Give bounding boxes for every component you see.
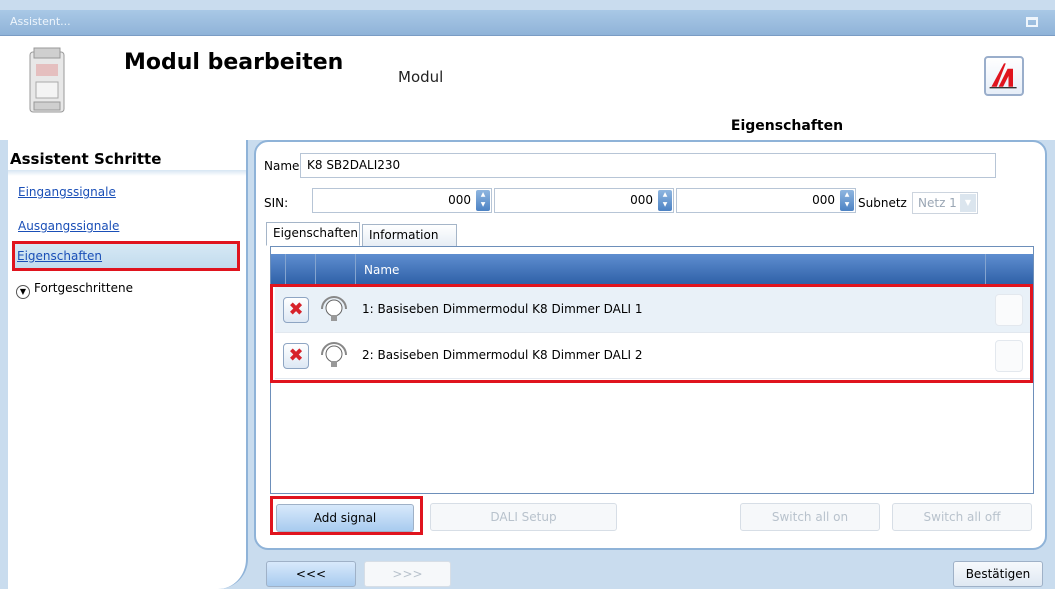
brand-logo-icon[interactable] bbox=[984, 56, 1024, 96]
grid-header-name: Name bbox=[364, 263, 400, 277]
grid-column-divider bbox=[355, 254, 356, 284]
sin-label: SIN: bbox=[264, 196, 289, 210]
spinner-icon[interactable]: ▲ ▼ bbox=[840, 190, 854, 211]
sin-field-1[interactable]: 000 ▲ ▼ bbox=[312, 188, 492, 213]
page-title: Modul bearbeiten bbox=[124, 50, 344, 75]
add-signal-highlight bbox=[270, 496, 423, 535]
section-tab-properties: Eigenschaften bbox=[608, 110, 966, 140]
sidebar-item-advanced-label: Fortgeschrittene bbox=[34, 281, 133, 295]
grid-column-divider bbox=[285, 254, 286, 284]
subnet-select-value: Netz 1 bbox=[918, 196, 957, 210]
sin-field-2[interactable]: 000 ▲ ▼ bbox=[494, 188, 674, 213]
name-input[interactable]: K8 SB2DALI230 bbox=[300, 153, 996, 178]
page-subtitle: Modul bbox=[398, 68, 444, 86]
sin-field-3-value: 000 bbox=[812, 193, 835, 207]
grid-column-divider bbox=[315, 254, 316, 284]
rows-highlight bbox=[270, 284, 1033, 383]
grid-header: Name bbox=[271, 254, 1033, 284]
window-titlebar: Assistent... bbox=[0, 10, 1055, 36]
sin-field-1-value: 000 bbox=[448, 193, 471, 207]
switch-all-on-button[interactable]: Switch all on bbox=[740, 503, 880, 531]
dali-setup-button[interactable]: DALI Setup bbox=[430, 503, 617, 531]
name-label: Name bbox=[264, 159, 300, 173]
confirm-button[interactable]: Bestätigen bbox=[953, 561, 1043, 587]
sin-field-2-value: 000 bbox=[630, 193, 653, 207]
sidebar-item-input-signals[interactable]: Eingangssignale bbox=[18, 185, 116, 199]
window-title: Assistent... bbox=[10, 15, 71, 28]
forward-button[interactable]: >>> bbox=[364, 561, 451, 587]
chevron-down-icon: ▼ bbox=[16, 285, 30, 299]
sidebar-item-output-signals[interactable]: Ausgangssignale bbox=[18, 219, 119, 233]
switch-all-off-button[interactable]: Switch all off bbox=[892, 503, 1032, 531]
chevron-down-icon: ▼ bbox=[960, 194, 976, 212]
device-module-icon bbox=[29, 47, 65, 113]
sidebar-item-advanced[interactable]: ▼ Fortgeschrittene bbox=[16, 281, 133, 299]
tab-properties[interactable]: Eigenschaften bbox=[266, 222, 360, 246]
maximize-icon[interactable] bbox=[1026, 17, 1038, 27]
sidebar-divider bbox=[8, 170, 246, 176]
back-button[interactable]: <<< bbox=[266, 561, 356, 587]
spinner-icon[interactable]: ▲ ▼ bbox=[658, 190, 672, 211]
sidebar-item-properties[interactable]: Eigenschaften bbox=[17, 249, 102, 263]
grid-column-divider bbox=[985, 254, 986, 284]
spinner-icon[interactable]: ▲ ▼ bbox=[476, 190, 490, 211]
sidebar bbox=[8, 140, 248, 589]
subnet-select[interactable]: Netz 1 ▼ bbox=[912, 192, 978, 214]
sin-field-3[interactable]: 000 ▲ ▼ bbox=[676, 188, 856, 213]
sidebar-title: Assistent Schritte bbox=[10, 150, 162, 168]
tab-information[interactable]: Information bbox=[362, 224, 457, 247]
subnet-label: Subnetz bbox=[858, 196, 907, 210]
